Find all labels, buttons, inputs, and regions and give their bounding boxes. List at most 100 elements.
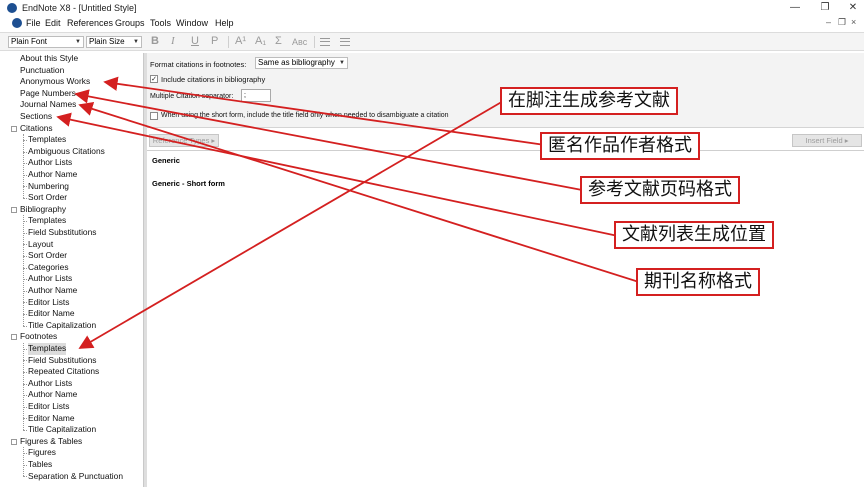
sidebar-subitem-templates[interactable]: Templates xyxy=(28,134,66,146)
sidebar-subitem-editor-lists[interactable]: Editor Lists xyxy=(28,401,69,413)
chevron-down-icon: ▼ xyxy=(75,39,81,45)
sidebar-subitem-layout[interactable]: Layout xyxy=(28,239,53,251)
subscript-button[interactable]: A₁ xyxy=(255,35,266,47)
endnote-logo-icon xyxy=(7,3,17,13)
font-select-value: Plain Font xyxy=(11,37,48,46)
sidebar-item-sections[interactable]: Sections xyxy=(20,111,52,123)
sidebar-subitem-figures[interactable]: Figures xyxy=(28,447,56,459)
align-justify-icon[interactable] xyxy=(340,38,350,46)
tree-connector xyxy=(23,430,27,431)
mdi-restore-icon[interactable]: ❐ xyxy=(838,17,846,28)
separator-input[interactable]: ; xyxy=(241,89,271,102)
menu-references[interactable]: References xyxy=(67,18,113,28)
chevron-down-icon: ▼ xyxy=(339,60,345,66)
style-tree: About this Style Punctuation Anonymous Wor… xyxy=(8,53,144,487)
sidebar-subitem-numbering[interactable]: Numbering xyxy=(28,181,69,193)
sidebar-group-figures-tables[interactable]: Figures & Tables xyxy=(20,436,82,448)
sidebar-subitem-author-name[interactable]: Author Name xyxy=(28,169,77,181)
format-footnotes-label: Format citations in footnotes: xyxy=(150,60,247,69)
callout-page-numbers: 参考文献页码格式 xyxy=(580,176,740,204)
sidebar-subitem-author-lists[interactable]: Author Lists xyxy=(28,273,72,285)
sidebar-subitem-editor-name[interactable]: Editor Name xyxy=(28,308,75,320)
plain-button[interactable]: P xyxy=(211,35,218,47)
close-icon[interactable]: ✕ xyxy=(846,1,860,15)
font-select[interactable]: Plain Font ▼ xyxy=(8,36,84,48)
format-footnotes-value: Same as bibliography xyxy=(258,58,335,67)
underline-button[interactable]: U xyxy=(191,35,199,47)
insert-field-button[interactable]: Insert Field ▸ xyxy=(792,134,862,147)
sidebar-subitem-sort-order[interactable]: Sort Order xyxy=(28,192,67,204)
menu-tools[interactable]: Tools xyxy=(150,18,171,28)
sidebar-subitem-separation-punctuation[interactable]: Separation & Punctuation xyxy=(28,471,123,483)
sidebar-subitem-templates[interactable]: Templates xyxy=(28,343,67,355)
sidebar-subitem-author-lists[interactable]: Author Lists xyxy=(28,157,72,169)
sidebar-item-anonymous-works[interactable]: Anonymous Works xyxy=(20,76,90,88)
sidebar-subitem-title-capitalization[interactable]: Title Capitalization xyxy=(28,320,96,332)
tree-connector xyxy=(23,198,27,199)
menu-file[interactable]: File xyxy=(26,18,41,28)
callout-anonymous-works: 匿名作品作者格式 xyxy=(540,132,700,160)
superscript-button[interactable]: A¹ xyxy=(235,35,246,47)
menu-bar: File Edit References Groups Tools Window… xyxy=(0,16,864,30)
insert-field-label: Insert Field xyxy=(805,136,843,145)
sidebar-item-punctuation[interactable]: Punctuation xyxy=(20,65,64,77)
bold-button[interactable]: B xyxy=(151,35,159,47)
sidebar-subitem-author-name[interactable]: Author Name xyxy=(28,389,77,401)
sidebar-subitem-field-substitutions[interactable]: Field Substitutions xyxy=(28,355,96,367)
template-generic-short: Generic - Short form xyxy=(152,179,225,188)
sidebar-item-page-numbers[interactable]: Page Numbers xyxy=(20,88,76,100)
menu-groups[interactable]: Groups xyxy=(115,18,145,28)
sidebar-group-bibliography[interactable]: Bibliography xyxy=(20,204,66,216)
document-icon[interactable] xyxy=(12,18,22,28)
align-left-icon[interactable] xyxy=(320,38,330,46)
include-citations-checkbox[interactable]: ✓ xyxy=(150,75,158,83)
toolbar-divider xyxy=(314,36,315,48)
restore-icon[interactable]: ❐ xyxy=(818,1,832,15)
mdi-close-icon[interactable]: × xyxy=(851,17,856,27)
short-form-checkbox[interactable] xyxy=(150,112,158,120)
title-bar: EndNote X8 - [Untitled Style] — ❐ ✕ xyxy=(0,0,864,16)
sidebar-subitem-sort-order[interactable]: Sort Order xyxy=(28,250,67,262)
reference-types-label: Reference Types xyxy=(152,136,210,145)
template-generic: Generic xyxy=(152,156,180,165)
separator-label: Multiple Citation separator: xyxy=(150,93,234,100)
sidebar-subitem-editor-name[interactable]: Editor Name xyxy=(28,413,75,425)
menu-window[interactable]: Window xyxy=(176,18,208,28)
menu-edit[interactable]: Edit xyxy=(45,18,61,28)
mdi-minimize-icon[interactable]: – xyxy=(826,17,831,27)
sidebar-subitem-repeated-citations[interactable]: Repeated Citations xyxy=(28,366,99,378)
sidebar-subitem-editor-lists[interactable]: Editor Lists xyxy=(28,297,69,309)
menu-help[interactable]: Help xyxy=(215,18,234,28)
collapse-toggle-icon[interactable] xyxy=(11,125,17,132)
minimize-icon[interactable]: — xyxy=(788,1,802,15)
sidebar-subitem-author-name[interactable]: Author Name xyxy=(28,285,77,297)
sidebar-group-citations[interactable]: Citations xyxy=(20,123,53,135)
collapse-toggle-icon[interactable] xyxy=(11,438,17,445)
tree-connector xyxy=(23,343,24,430)
tree-connector xyxy=(23,134,24,198)
sidebar-item-journal-names[interactable]: Journal Names xyxy=(20,99,76,111)
format-footnotes-select[interactable]: Same as bibliography ▼ xyxy=(255,57,348,69)
sidebar-subitem-field-substitutions[interactable]: Field Substitutions xyxy=(28,227,96,239)
sidebar-subitem-author-lists[interactable]: Author Lists xyxy=(28,378,72,390)
sidebar-subitem-categories[interactable]: Categories xyxy=(28,262,69,274)
symbol-button[interactable]: Σ xyxy=(275,35,282,47)
collapse-toggle-icon[interactable] xyxy=(11,334,17,341)
format-toolbar: Plain Font ▼ Plain Size ▼ B I U P A¹ A₁ … xyxy=(0,32,864,51)
template-editor[interactable]: Generic Generic - Short form xyxy=(147,150,864,487)
sidebar-group-footnotes[interactable]: Footnotes xyxy=(20,331,57,343)
tree-connector xyxy=(23,325,27,327)
sidebar-subitem-title-capitalization[interactable]: Title Capitalization xyxy=(28,424,96,436)
tree-connector xyxy=(23,476,27,478)
short-form-label: When using the short form, include the t… xyxy=(161,112,449,119)
sidebar-subitem-templates[interactable]: Templates xyxy=(28,215,66,227)
sidebar-subitem-ambiguous-citations[interactable]: Ambiguous Citations xyxy=(28,146,105,158)
sidebar-subitem-tables[interactable]: Tables xyxy=(28,459,52,471)
reference-types-button[interactable]: Reference Types ▸ xyxy=(149,134,219,147)
small-caps-button[interactable]: Aʙᴄ xyxy=(292,37,307,47)
size-select[interactable]: Plain Size ▼ xyxy=(86,36,142,48)
collapse-toggle-icon[interactable] xyxy=(11,206,17,213)
italic-button[interactable]: I xyxy=(171,35,175,47)
tree-connector xyxy=(23,447,24,477)
sidebar-item-about-this-style[interactable]: About this Style xyxy=(20,53,78,65)
